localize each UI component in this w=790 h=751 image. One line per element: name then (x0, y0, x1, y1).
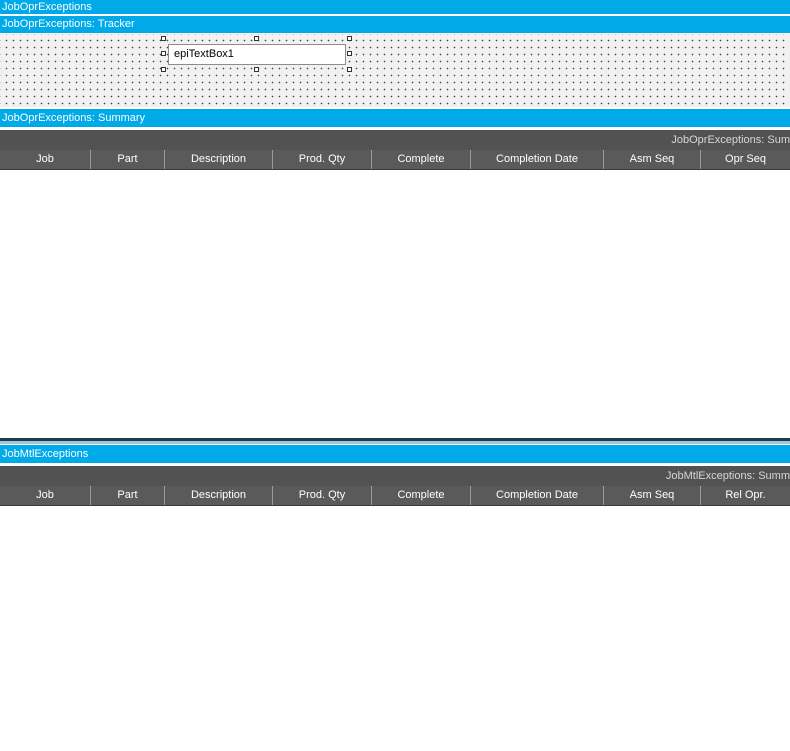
mtl-column-header-prod-qty[interactable]: Prod. Qty (273, 486, 372, 505)
opr-grid-body[interactable] (0, 170, 790, 438)
opr-column-header-description[interactable]: Description (165, 150, 273, 169)
mtl-column-header-rel-opr[interactable]: Rel Opr. (701, 486, 790, 505)
summary-title-bar[interactable]: JobOprExceptions: Summary (0, 109, 790, 127)
resize-handle-bottom-left[interactable] (161, 67, 166, 72)
splitter-edge (0, 441, 790, 444)
mtl-exceptions-title-bar[interactable]: JobMtlExceptions (0, 445, 790, 463)
epi-text-box-label: epiTextBox1 (174, 48, 234, 60)
resize-handle-middle-right[interactable] (347, 51, 352, 56)
resize-handle-top-right[interactable] (347, 36, 352, 41)
opr-column-header-job[interactable]: Job (0, 150, 91, 169)
resize-handle-bottom-right[interactable] (347, 67, 352, 72)
mtl-column-header-asm-seq[interactable]: Asm Seq (604, 486, 701, 505)
mtl-exceptions-title: JobMtlExceptions (2, 448, 89, 460)
epi-text-box[interactable]: epiTextBox1 (168, 44, 346, 65)
resize-handle-top-left[interactable] (161, 36, 166, 41)
opr-exceptions-title-bar: JobOprExceptions (0, 0, 790, 14)
opr-column-header-complete[interactable]: Complete (372, 150, 471, 169)
mtl-column-header-description[interactable]: Description (165, 486, 273, 505)
opr-column-header-asm-seq[interactable]: Asm Seq (604, 150, 701, 169)
resize-handle-bottom-center[interactable] (254, 67, 259, 72)
mtl-grid-header: Job Part Description Prod. Qty Complete … (0, 486, 790, 506)
opr-grid-caption: JobOprExceptions: Sum (671, 134, 790, 146)
tracker-title: JobOprExceptions: Tracker (2, 18, 135, 30)
opr-grid-caption-bar: JobOprExceptions: Sum (0, 130, 790, 150)
resize-handle-top-center[interactable] (254, 36, 259, 41)
opr-column-header-opr-seq[interactable]: Opr Seq (701, 150, 790, 169)
opr-column-header-part[interactable]: Part (91, 150, 165, 169)
tracker-title-bar[interactable]: JobOprExceptions: Tracker (0, 16, 790, 33)
mtl-column-header-part[interactable]: Part (91, 486, 165, 505)
opr-grid-header: Job Part Description Prod. Qty Complete … (0, 150, 790, 170)
mtl-grid-caption-bar: JobMtlExceptions: Summ (0, 466, 790, 486)
tracker-design-surface[interactable] (0, 34, 790, 107)
mtl-grid-caption: JobMtlExceptions: Summ (665, 470, 790, 482)
opr-exceptions-title: JobOprExceptions (2, 1, 92, 13)
mtl-column-header-completion-date[interactable]: Completion Date (471, 486, 604, 505)
mtl-column-header-complete[interactable]: Complete (372, 486, 471, 505)
opr-column-header-prod-qty[interactable]: Prod. Qty (273, 150, 372, 169)
mtl-grid-body[interactable] (0, 506, 790, 751)
resize-handle-middle-left[interactable] (161, 51, 166, 56)
summary-title: JobOprExceptions: Summary (2, 112, 146, 124)
opr-column-header-completion-date[interactable]: Completion Date (471, 150, 604, 169)
mtl-column-header-job[interactable]: Job (0, 486, 91, 505)
